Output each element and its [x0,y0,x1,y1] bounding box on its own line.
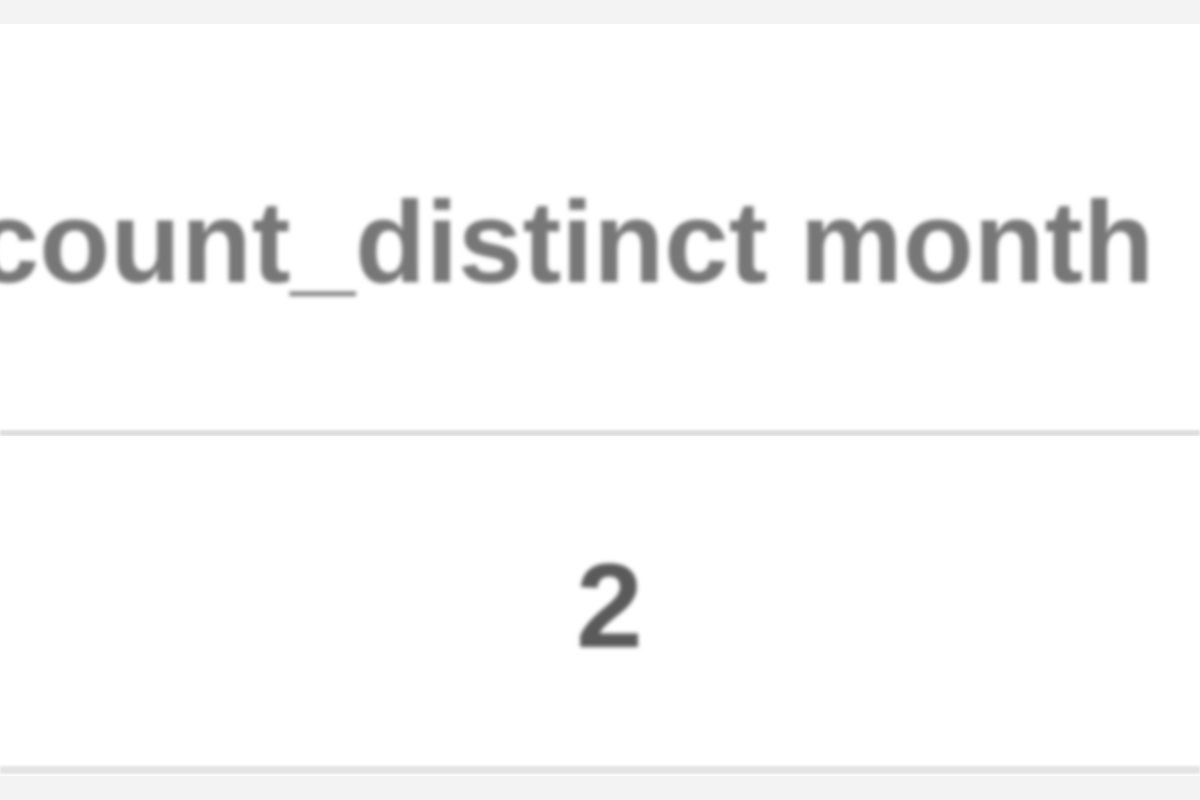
column-header-label: count_distinct month [0,177,1154,307]
results-table: count_distinct month 2 [0,24,1200,776]
results-viewport: count_distinct month 2 [0,0,1200,800]
cell-value: 2 [576,539,643,673]
table-bottom-divider [0,766,1200,774]
column-header-cell[interactable]: count_distinct month [0,24,1200,432]
table-row: 2 [0,436,1200,766]
